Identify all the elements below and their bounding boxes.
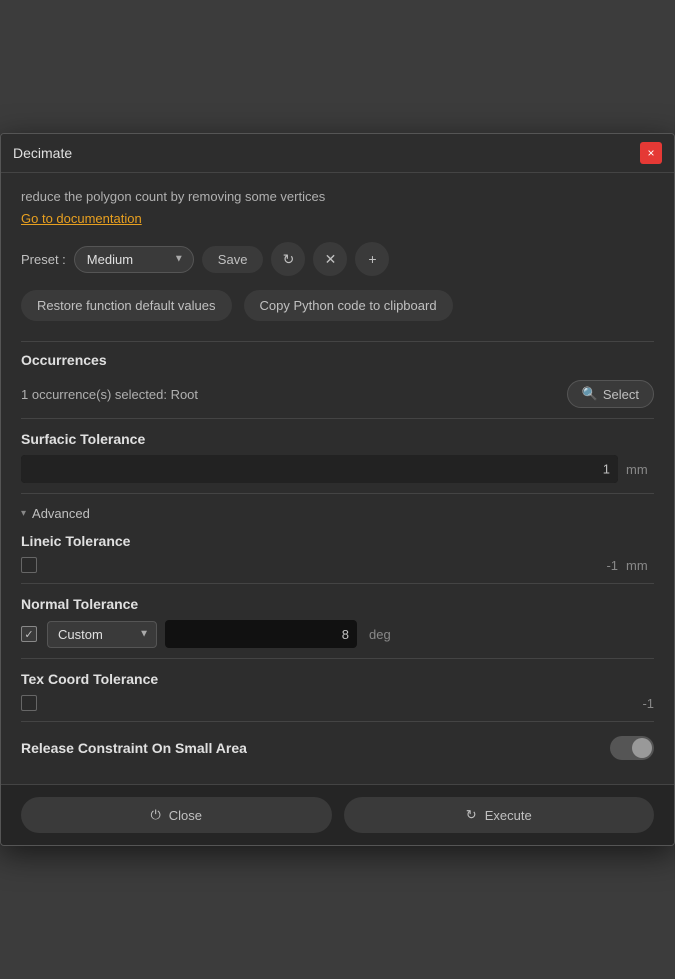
divider-texcoord [21, 658, 654, 659]
normal-unit: deg [369, 627, 397, 642]
normal-dropdown-row: Custom Low Medium High deg [47, 620, 654, 648]
toggle-knob [632, 738, 652, 758]
add-button[interactable]: + [355, 242, 389, 276]
lineic-checkbox[interactable] [21, 557, 37, 573]
description-text: reduce the polygon count by removing som… [21, 189, 654, 204]
texcoord-value: -1 [642, 696, 654, 711]
preset-select[interactable]: Low Medium High Custom [74, 246, 194, 273]
surfacic-slider-row: 1 mm [21, 455, 654, 483]
lineic-section: Lineic Tolerance -1 mm [21, 533, 654, 573]
lineic-checkbox-row: -1 mm [21, 557, 654, 573]
lineic-value-row: -1 mm [47, 558, 654, 573]
divider-advanced [21, 493, 654, 494]
restore-defaults-button[interactable]: Restore function default values [21, 290, 232, 321]
divider-normal [21, 583, 654, 584]
lineic-value: -1 [606, 558, 618, 573]
surfacic-slider[interactable]: 1 [21, 455, 618, 483]
copy-python-button[interactable]: Copy Python code to clipboard [244, 290, 453, 321]
release-toggle[interactable] [610, 736, 654, 760]
remove-button[interactable]: ✕ [313, 242, 347, 276]
close-button[interactable]: ⏻ Close [21, 797, 332, 833]
lineic-unit: mm [626, 558, 654, 573]
texcoord-value-row: -1 [47, 696, 654, 711]
advanced-arrow-icon: ▾ [21, 508, 26, 519]
close-icon: ⏻ [150, 807, 160, 823]
footer: ⏻ Close ↻ Execute [1, 784, 674, 845]
divider-occurrences [21, 341, 654, 342]
texcoord-checkbox[interactable] [21, 695, 37, 711]
select-button[interactable]: 🔍 Select [567, 380, 654, 408]
lineic-label: Lineic Tolerance [21, 533, 654, 549]
divider-surfacic [21, 418, 654, 419]
advanced-label: Advanced [32, 506, 90, 521]
search-icon: 🔍 [582, 386, 598, 402]
preset-label: Preset : [21, 252, 66, 267]
refresh-button[interactable]: ↻ [271, 242, 305, 276]
title-close-button[interactable]: × [640, 142, 662, 164]
texcoord-section: Tex Coord Tolerance -1 [21, 671, 654, 711]
execute-icon: ↻ [466, 807, 477, 823]
normal-value-input[interactable] [165, 620, 357, 648]
texcoord-checkbox-row: -1 [21, 695, 654, 711]
preset-select-wrapper: Low Medium High Custom [74, 246, 194, 273]
title-bar: Decimate × [1, 134, 674, 173]
dialog-title: Decimate [13, 145, 72, 161]
occurrences-title: Occurrences [21, 352, 654, 368]
normal-label: Normal Tolerance [21, 596, 654, 612]
execute-label: Execute [485, 808, 532, 823]
normal-checkbox-row: Custom Low Medium High deg [21, 620, 654, 648]
advanced-toggle[interactable]: ▾ Advanced [21, 506, 654, 521]
surfacic-label: Surfacic Tolerance [21, 431, 654, 447]
select-label: Select [603, 387, 639, 402]
normal-select[interactable]: Custom Low Medium High [47, 621, 157, 648]
normal-checkbox[interactable] [21, 626, 37, 642]
decimate-dialog: Decimate × reduce the polygon count by r… [0, 133, 675, 846]
texcoord-label: Tex Coord Tolerance [21, 671, 654, 687]
surfacic-unit: mm [626, 462, 654, 477]
normal-section: Normal Tolerance Custom Low Medium High … [21, 596, 654, 648]
occurrences-section: Occurrences 1 occurrence(s) selected: Ro… [21, 352, 654, 408]
divider-release [21, 721, 654, 722]
release-label: Release Constraint On Small Area [21, 740, 247, 756]
save-button[interactable]: Save [202, 246, 264, 273]
documentation-link[interactable]: Go to documentation [21, 211, 142, 226]
occurrences-row: 1 occurrence(s) selected: Root 🔍 Select [21, 380, 654, 408]
release-row: Release Constraint On Small Area [21, 736, 654, 760]
actions-row: Restore function default values Copy Pyt… [21, 290, 654, 321]
dialog-content: reduce the polygon count by removing som… [1, 173, 674, 784]
close-label: Close [169, 808, 202, 823]
preset-row: Preset : Low Medium High Custom Save ↻ ✕… [21, 242, 654, 276]
surfacic-section: Surfacic Tolerance 1 mm [21, 431, 654, 483]
normal-select-wrapper: Custom Low Medium High [47, 621, 157, 648]
execute-button[interactable]: ↻ Execute [344, 797, 655, 833]
occurrences-text: 1 occurrence(s) selected: Root [21, 387, 198, 402]
surfacic-value: 1 [603, 462, 610, 477]
